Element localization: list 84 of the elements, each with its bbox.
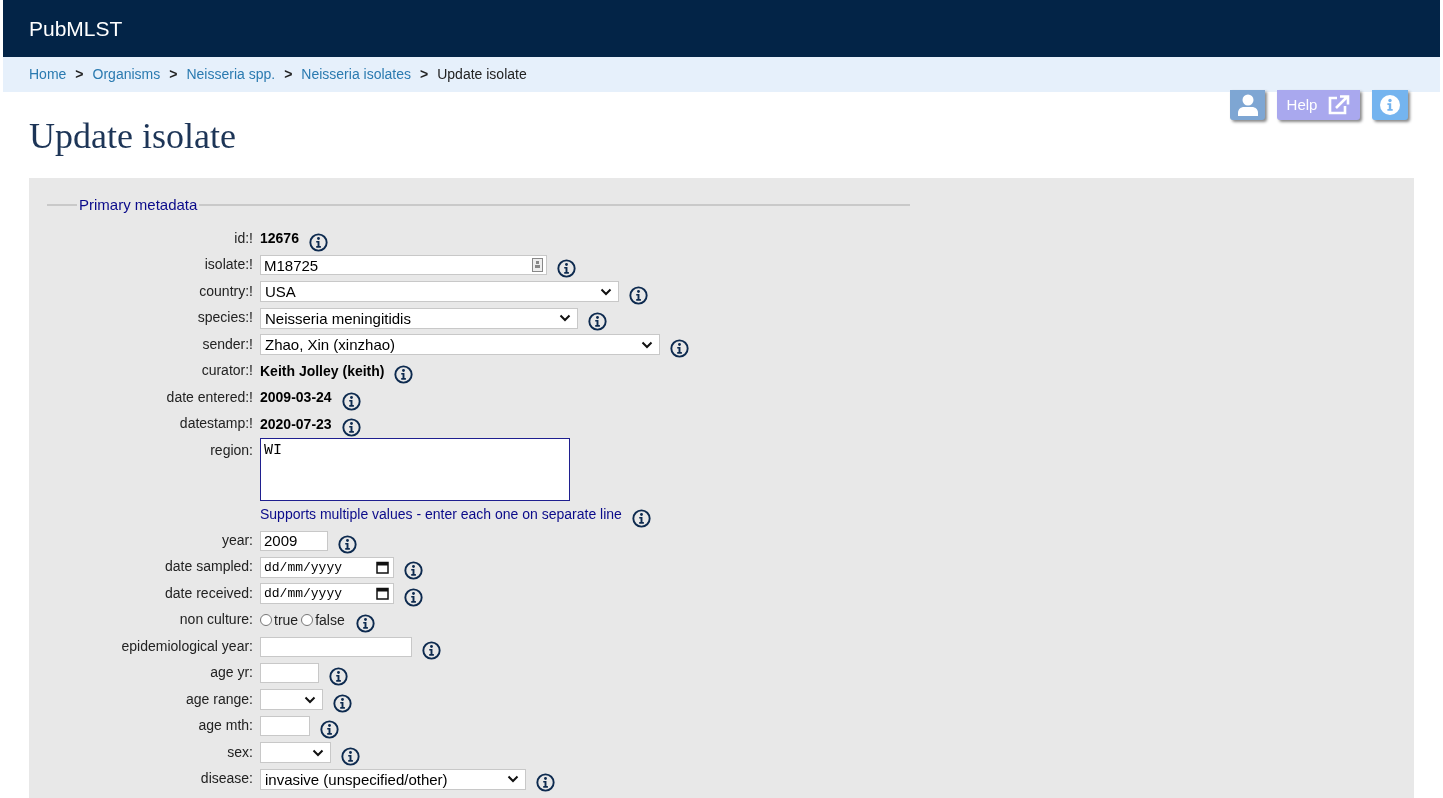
breadcrumb-separator: > <box>420 65 429 84</box>
text-input[interactable]: M18725 <box>260 255 547 275</box>
info-icon[interactable] <box>588 312 607 331</box>
info-icon[interactable] <box>320 720 339 739</box>
text-input[interactable] <box>260 663 319 683</box>
caret-icon <box>600 287 612 296</box>
dropdown[interactable]: USA <box>260 281 619 302</box>
dropdown[interactable]: Zhao, Xin (xinzhao) <box>260 334 660 355</box>
breadcrumb-link[interactable]: Neisseria isolates <box>301 64 412 85</box>
caret-icon <box>304 695 316 704</box>
info-icon[interactable] <box>670 338 689 358</box>
breadcrumb-link[interactable]: Home <box>29 64 67 85</box>
dropdown[interactable] <box>260 689 323 710</box>
date-input[interactable]: dd/mm/yyyy <box>260 583 394 604</box>
info-icon[interactable] <box>355 614 375 633</box>
info-icon[interactable] <box>341 391 361 411</box>
dropdown[interactable]: invasive (unspecified/other) <box>260 768 526 790</box>
user-icon <box>1237 94 1258 116</box>
info-icon <box>1380 95 1400 115</box>
breadcrumb-separator: > <box>75 65 84 84</box>
breadcrumb-separator: > <box>169 65 178 84</box>
field-label: date sampled: <box>165 558 253 574</box>
field-label: id:! <box>234 229 253 246</box>
calendar-icon[interactable] <box>376 560 389 574</box>
info-icon[interactable] <box>341 418 361 437</box>
field-label: sex: <box>227 743 253 760</box>
info-icon[interactable] <box>329 667 348 686</box>
field-value: 2020-07-23 <box>260 414 332 434</box>
radio-label: false <box>315 610 345 630</box>
dropdown[interactable]: Neisseria meningitidis <box>260 307 578 329</box>
caret-icon <box>312 748 324 757</box>
info-icon[interactable] <box>404 587 423 607</box>
page-title: Update isolate <box>28 118 237 158</box>
site-title[interactable]: PubMLST <box>29 12 123 45</box>
info-icon[interactable] <box>536 773 555 792</box>
field-value: Keith Jolley (keith) <box>260 361 385 381</box>
field-label: age range: <box>186 690 253 707</box>
info-icon[interactable] <box>394 365 414 384</box>
field-label: disease: <box>200 770 253 786</box>
text-input[interactable]: 2009 <box>260 530 328 551</box>
field-label: species:! <box>197 309 253 325</box>
field-label: epidemiological year: <box>121 637 253 654</box>
field-label: isolate:! <box>204 256 253 272</box>
info-icon[interactable] <box>629 285 648 305</box>
date-input[interactable]: dd/mm/yyyy <box>260 556 394 578</box>
calendar-icon[interactable] <box>376 587 389 600</box>
breadcrumb-link[interactable]: Neisseria spp. <box>186 64 276 85</box>
field-value: 12676 <box>260 229 299 248</box>
field-label: non culture: <box>179 611 253 627</box>
fieldset-legend: Primary metadata <box>77 194 200 217</box>
breadcrumb-link[interactable]: Organisms <box>92 64 161 85</box>
field-label: date entered:! <box>166 388 253 405</box>
info-icon[interactable] <box>308 232 328 252</box>
radio-button[interactable] <box>301 614 314 626</box>
info-icon[interactable] <box>557 259 576 278</box>
field-label: country:! <box>199 282 253 299</box>
field-label: year: <box>221 531 253 548</box>
info-icon[interactable] <box>341 746 360 766</box>
field-hint: Supports multiple values - enter each one on separate line <box>260 504 622 524</box>
caret-icon <box>641 340 653 349</box>
info-icon[interactable] <box>333 693 352 713</box>
field-value: 2009-03-24 <box>260 388 332 407</box>
field-label: age yr: <box>210 664 253 680</box>
info-icon[interactable] <box>338 534 357 554</box>
info-icon[interactable] <box>422 640 441 660</box>
info-icon[interactable] <box>404 561 423 580</box>
field-label: sender:! <box>202 335 253 352</box>
field-label: age mth: <box>198 717 253 733</box>
breadcrumb-separator: > <box>284 65 293 84</box>
contact-card-icon <box>532 258 543 272</box>
field-label: datestamp:! <box>179 415 253 431</box>
info-icon[interactable] <box>631 508 651 528</box>
field-label: region: <box>210 441 253 458</box>
radio-button[interactable] <box>260 614 272 626</box>
text-input[interactable] <box>260 716 310 736</box>
radio-label: true <box>274 610 299 630</box>
breadcrumb-current: Update isolate <box>437 65 527 84</box>
text-area[interactable]: WI <box>260 437 570 501</box>
caret-icon <box>507 775 519 783</box>
field-label: date received: <box>165 584 253 601</box>
caret-icon <box>559 314 571 322</box>
external-link-icon <box>1328 95 1351 115</box>
text-input[interactable] <box>260 636 412 657</box>
field-label: curator:! <box>201 362 253 378</box>
